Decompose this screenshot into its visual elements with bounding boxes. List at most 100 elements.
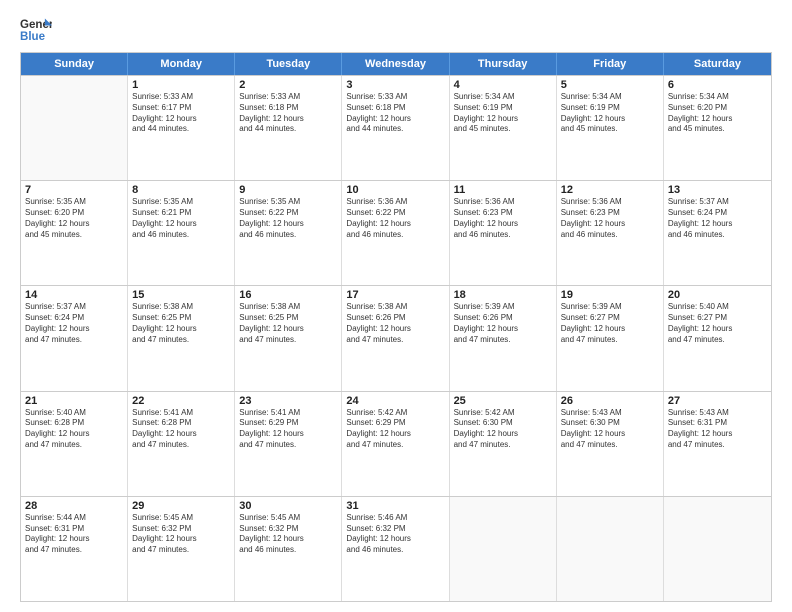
day-number: 30: [239, 500, 337, 512]
day-number: 23: [239, 395, 337, 407]
day-number: 14: [25, 289, 123, 301]
day-cell-26: 26Sunrise: 5:43 AMSunset: 6:30 PMDayligh…: [557, 392, 664, 496]
logo-icon: General Blue: [20, 16, 52, 44]
day-cell-12: 12Sunrise: 5:36 AMSunset: 6:23 PMDayligh…: [557, 181, 664, 285]
day-cell-1: 1Sunrise: 5:33 AMSunset: 6:17 PMDaylight…: [128, 76, 235, 180]
day-info: Sunrise: 5:36 AMSunset: 6:22 PMDaylight:…: [346, 197, 444, 240]
day-info: Sunrise: 5:34 AMSunset: 6:19 PMDaylight:…: [454, 92, 552, 135]
svg-text:Blue: Blue: [20, 31, 46, 43]
calendar-row-4: 21Sunrise: 5:40 AMSunset: 6:28 PMDayligh…: [21, 391, 771, 496]
day-number: 26: [561, 395, 659, 407]
header-day-sunday: Sunday: [21, 53, 128, 75]
day-number: 21: [25, 395, 123, 407]
day-cell-27: 27Sunrise: 5:43 AMSunset: 6:31 PMDayligh…: [664, 392, 771, 496]
day-cell-18: 18Sunrise: 5:39 AMSunset: 6:26 PMDayligh…: [450, 286, 557, 390]
logo: General Blue: [20, 16, 52, 44]
empty-cell: [21, 76, 128, 180]
day-cell-6: 6Sunrise: 5:34 AMSunset: 6:20 PMDaylight…: [664, 76, 771, 180]
day-info: Sunrise: 5:38 AMSunset: 6:25 PMDaylight:…: [239, 302, 337, 345]
day-info: Sunrise: 5:41 AMSunset: 6:29 PMDaylight:…: [239, 408, 337, 451]
day-info: Sunrise: 5:35 AMSunset: 6:20 PMDaylight:…: [25, 197, 123, 240]
day-cell-15: 15Sunrise: 5:38 AMSunset: 6:25 PMDayligh…: [128, 286, 235, 390]
day-info: Sunrise: 5:33 AMSunset: 6:17 PMDaylight:…: [132, 92, 230, 135]
day-info: Sunrise: 5:46 AMSunset: 6:32 PMDaylight:…: [346, 513, 444, 556]
empty-cell: [450, 497, 557, 601]
calendar-row-5: 28Sunrise: 5:44 AMSunset: 6:31 PMDayligh…: [21, 496, 771, 601]
day-cell-14: 14Sunrise: 5:37 AMSunset: 6:24 PMDayligh…: [21, 286, 128, 390]
day-cell-16: 16Sunrise: 5:38 AMSunset: 6:25 PMDayligh…: [235, 286, 342, 390]
day-cell-20: 20Sunrise: 5:40 AMSunset: 6:27 PMDayligh…: [664, 286, 771, 390]
day-info: Sunrise: 5:38 AMSunset: 6:26 PMDaylight:…: [346, 302, 444, 345]
day-number: 3: [346, 79, 444, 91]
day-cell-17: 17Sunrise: 5:38 AMSunset: 6:26 PMDayligh…: [342, 286, 449, 390]
day-cell-7: 7Sunrise: 5:35 AMSunset: 6:20 PMDaylight…: [21, 181, 128, 285]
day-number: 25: [454, 395, 552, 407]
day-number: 15: [132, 289, 230, 301]
header-day-thursday: Thursday: [450, 53, 557, 75]
day-info: Sunrise: 5:34 AMSunset: 6:20 PMDaylight:…: [668, 92, 767, 135]
day-number: 18: [454, 289, 552, 301]
day-cell-8: 8Sunrise: 5:35 AMSunset: 6:21 PMDaylight…: [128, 181, 235, 285]
calendar-row-1: 1Sunrise: 5:33 AMSunset: 6:17 PMDaylight…: [21, 75, 771, 180]
day-cell-25: 25Sunrise: 5:42 AMSunset: 6:30 PMDayligh…: [450, 392, 557, 496]
header-day-monday: Monday: [128, 53, 235, 75]
day-number: 27: [668, 395, 767, 407]
day-number: 13: [668, 184, 767, 196]
day-number: 29: [132, 500, 230, 512]
calendar-header: SundayMondayTuesdayWednesdayThursdayFrid…: [21, 53, 771, 75]
day-info: Sunrise: 5:33 AMSunset: 6:18 PMDaylight:…: [346, 92, 444, 135]
day-cell-21: 21Sunrise: 5:40 AMSunset: 6:28 PMDayligh…: [21, 392, 128, 496]
day-info: Sunrise: 5:33 AMSunset: 6:18 PMDaylight:…: [239, 92, 337, 135]
day-cell-31: 31Sunrise: 5:46 AMSunset: 6:32 PMDayligh…: [342, 497, 449, 601]
header-day-tuesday: Tuesday: [235, 53, 342, 75]
day-info: Sunrise: 5:45 AMSunset: 6:32 PMDaylight:…: [132, 513, 230, 556]
day-info: Sunrise: 5:37 AMSunset: 6:24 PMDaylight:…: [25, 302, 123, 345]
empty-cell: [664, 497, 771, 601]
day-number: 1: [132, 79, 230, 91]
day-info: Sunrise: 5:43 AMSunset: 6:30 PMDaylight:…: [561, 408, 659, 451]
day-info: Sunrise: 5:44 AMSunset: 6:31 PMDaylight:…: [25, 513, 123, 556]
header-day-saturday: Saturday: [664, 53, 771, 75]
day-cell-9: 9Sunrise: 5:35 AMSunset: 6:22 PMDaylight…: [235, 181, 342, 285]
day-cell-5: 5Sunrise: 5:34 AMSunset: 6:19 PMDaylight…: [557, 76, 664, 180]
day-cell-28: 28Sunrise: 5:44 AMSunset: 6:31 PMDayligh…: [21, 497, 128, 601]
day-info: Sunrise: 5:34 AMSunset: 6:19 PMDaylight:…: [561, 92, 659, 135]
day-number: 8: [132, 184, 230, 196]
calendar: SundayMondayTuesdayWednesdayThursdayFrid…: [20, 52, 772, 602]
empty-cell: [557, 497, 664, 601]
day-number: 11: [454, 184, 552, 196]
day-info: Sunrise: 5:37 AMSunset: 6:24 PMDaylight:…: [668, 197, 767, 240]
day-cell-3: 3Sunrise: 5:33 AMSunset: 6:18 PMDaylight…: [342, 76, 449, 180]
day-cell-30: 30Sunrise: 5:45 AMSunset: 6:32 PMDayligh…: [235, 497, 342, 601]
day-number: 31: [346, 500, 444, 512]
header-day-friday: Friday: [557, 53, 664, 75]
day-cell-19: 19Sunrise: 5:39 AMSunset: 6:27 PMDayligh…: [557, 286, 664, 390]
day-info: Sunrise: 5:38 AMSunset: 6:25 PMDaylight:…: [132, 302, 230, 345]
day-number: 10: [346, 184, 444, 196]
day-number: 19: [561, 289, 659, 301]
day-number: 6: [668, 79, 767, 91]
day-cell-24: 24Sunrise: 5:42 AMSunset: 6:29 PMDayligh…: [342, 392, 449, 496]
calendar-row-2: 7Sunrise: 5:35 AMSunset: 6:20 PMDaylight…: [21, 180, 771, 285]
day-cell-11: 11Sunrise: 5:36 AMSunset: 6:23 PMDayligh…: [450, 181, 557, 285]
day-info: Sunrise: 5:36 AMSunset: 6:23 PMDaylight:…: [454, 197, 552, 240]
calendar-row-3: 14Sunrise: 5:37 AMSunset: 6:24 PMDayligh…: [21, 285, 771, 390]
day-number: 22: [132, 395, 230, 407]
day-info: Sunrise: 5:39 AMSunset: 6:27 PMDaylight:…: [561, 302, 659, 345]
day-number: 16: [239, 289, 337, 301]
day-cell-23: 23Sunrise: 5:41 AMSunset: 6:29 PMDayligh…: [235, 392, 342, 496]
day-info: Sunrise: 5:35 AMSunset: 6:21 PMDaylight:…: [132, 197, 230, 240]
day-info: Sunrise: 5:45 AMSunset: 6:32 PMDaylight:…: [239, 513, 337, 556]
day-cell-22: 22Sunrise: 5:41 AMSunset: 6:28 PMDayligh…: [128, 392, 235, 496]
day-info: Sunrise: 5:36 AMSunset: 6:23 PMDaylight:…: [561, 197, 659, 240]
day-number: 17: [346, 289, 444, 301]
header: General Blue: [20, 16, 772, 44]
day-cell-13: 13Sunrise: 5:37 AMSunset: 6:24 PMDayligh…: [664, 181, 771, 285]
day-info: Sunrise: 5:39 AMSunset: 6:26 PMDaylight:…: [454, 302, 552, 345]
day-number: 12: [561, 184, 659, 196]
day-cell-29: 29Sunrise: 5:45 AMSunset: 6:32 PMDayligh…: [128, 497, 235, 601]
day-number: 5: [561, 79, 659, 91]
day-number: 28: [25, 500, 123, 512]
calendar-body: 1Sunrise: 5:33 AMSunset: 6:17 PMDaylight…: [21, 75, 771, 601]
day-info: Sunrise: 5:40 AMSunset: 6:28 PMDaylight:…: [25, 408, 123, 451]
